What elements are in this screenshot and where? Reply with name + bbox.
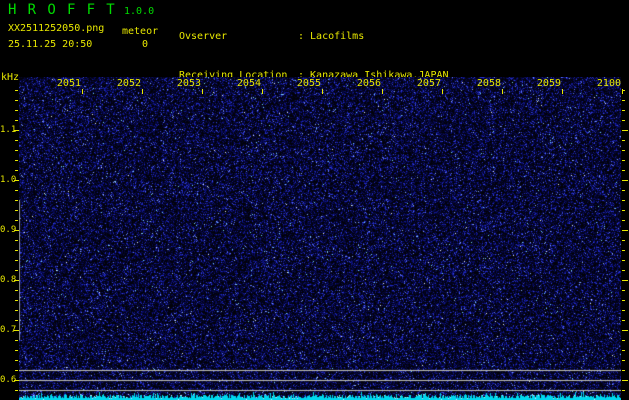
x-axis-tick-label: 2054 — [236, 78, 261, 89]
y-axis-minor-tick — [15, 350, 18, 351]
x-axis-tick-label: 2059 — [536, 78, 561, 89]
y-axis-minor-tick-right — [622, 350, 625, 351]
y-axis-minor-tick-right — [622, 170, 625, 171]
y-axis-minor-tick-right — [622, 150, 625, 151]
y-axis-major-tick-right — [622, 280, 628, 281]
y-axis-minor-tick-right — [622, 140, 625, 141]
y-axis-minor-tick — [15, 150, 18, 151]
x-axis-tick-label: 2055 — [296, 78, 321, 89]
y-axis-minor-tick — [15, 120, 18, 121]
x-axis-tick — [562, 89, 563, 94]
y-axis-minor-tick — [15, 110, 18, 111]
y-axis-minor-tick — [15, 160, 18, 161]
y-axis-minor-tick-right — [622, 100, 625, 101]
y-axis-minor-tick — [15, 250, 18, 251]
y-axis-minor-tick — [15, 270, 18, 271]
x-axis-tick-label: 2100 — [596, 78, 621, 89]
y-axis-major-tick-right — [622, 130, 628, 131]
y-axis-minor-tick — [15, 210, 18, 211]
y-axis-minor-tick — [15, 320, 18, 321]
y-axis-minor-tick — [15, 200, 18, 201]
y-axis-minor-tick — [15, 170, 18, 171]
y-axis-minor-tick-right — [622, 340, 625, 341]
x-axis-tick — [82, 89, 83, 94]
y-axis-minor-tick-right — [622, 390, 625, 391]
spectrogram-canvas — [19, 77, 621, 400]
x-axis-tick — [622, 89, 623, 94]
y-axis-minor-tick-right — [622, 370, 625, 371]
y-axis-minor-tick — [15, 340, 18, 341]
y-axis-minor-tick — [15, 190, 18, 191]
hrofft-screen: H R O F F T 1.0.0 XX2511252050.png meteo… — [0, 0, 629, 400]
x-axis-tick-label: 2057 — [416, 78, 441, 89]
y-axis-minor-tick-right — [622, 200, 625, 201]
info-label: Ovserver — [179, 31, 228, 42]
y-axis-minor-tick — [15, 260, 18, 261]
y-axis-minor-tick — [15, 360, 18, 361]
y-axis-minor-tick — [15, 100, 18, 101]
y-axis-minor-tick-right — [622, 260, 625, 261]
y-axis-minor-tick — [15, 140, 18, 141]
y-axis-minor-tick-right — [622, 210, 625, 211]
y-axis-minor-tick-right — [622, 160, 625, 161]
x-axis-tick — [262, 89, 263, 94]
x-axis-tick — [382, 89, 383, 94]
meteor-count: 0 — [142, 39, 149, 50]
y-axis-minor-tick-right — [622, 300, 625, 301]
y-axis-minor-tick-right — [622, 310, 625, 311]
y-axis-minor-tick-right — [622, 290, 625, 291]
x-axis-tick-label: 2058 — [476, 78, 501, 89]
mode-label: meteor — [122, 26, 159, 37]
y-axis-minor-tick-right — [622, 110, 625, 111]
y-axis-minor-tick — [15, 390, 18, 391]
x-axis-tick — [142, 89, 143, 94]
y-axis-tick-label: 0.7 — [0, 325, 17, 335]
y-axis-minor-tick-right — [622, 240, 625, 241]
x-axis-tick — [202, 89, 203, 94]
y-axis-minor-tick-right — [622, 250, 625, 251]
y-axis-minor-tick — [15, 290, 18, 291]
x-axis-tick — [502, 89, 503, 94]
y-axis-unit-label: kHz — [1, 72, 20, 83]
y-axis-major-tick-right — [622, 180, 628, 181]
y-axis-tick-label: 0.8 — [0, 275, 17, 285]
y-axis-minor-tick-right — [622, 320, 625, 321]
y-axis-minor-tick-right — [622, 220, 625, 221]
info-value: : Lacofilms — [298, 31, 365, 42]
app-version: 1.0.0 — [124, 6, 155, 17]
y-axis-minor-tick — [15, 310, 18, 311]
y-axis-minor-tick — [15, 220, 18, 221]
y-axis-tick-label: 1.1 — [0, 125, 17, 135]
x-axis-tick — [442, 89, 443, 94]
y-axis-major-tick-right — [622, 230, 628, 231]
y-axis-minor-tick-right — [622, 270, 625, 271]
x-axis-tick — [322, 89, 323, 94]
y-axis-minor-tick — [15, 90, 18, 91]
y-axis-major-tick-right — [622, 380, 628, 381]
y-axis-tick-label: 0.9 — [0, 225, 17, 235]
y-axis-minor-tick — [15, 300, 18, 301]
x-axis-tick-label: 2051 — [56, 78, 81, 89]
observation-datetime: 25.11.25 20:50 — [8, 39, 93, 50]
y-axis-minor-tick — [15, 240, 18, 241]
info-row-observer: Ovserver : Lacofilms — [179, 30, 449, 43]
y-axis-minor-tick-right — [622, 120, 625, 121]
y-axis-tick-label: 0.6 — [0, 375, 17, 385]
output-filename: XX2511252050.png — [8, 23, 105, 34]
y-axis-tick-label: 1.0 — [0, 175, 17, 185]
x-axis-tick-label: 2056 — [356, 78, 381, 89]
y-axis-minor-tick-right — [622, 190, 625, 191]
app-title: H R O F F T — [8, 2, 117, 18]
y-axis-minor-tick — [15, 370, 18, 371]
y-axis-minor-tick-right — [622, 360, 625, 361]
y-axis-major-tick-right — [622, 330, 628, 331]
x-axis-tick-label: 2053 — [176, 78, 201, 89]
x-axis-tick-label: 2052 — [116, 78, 141, 89]
